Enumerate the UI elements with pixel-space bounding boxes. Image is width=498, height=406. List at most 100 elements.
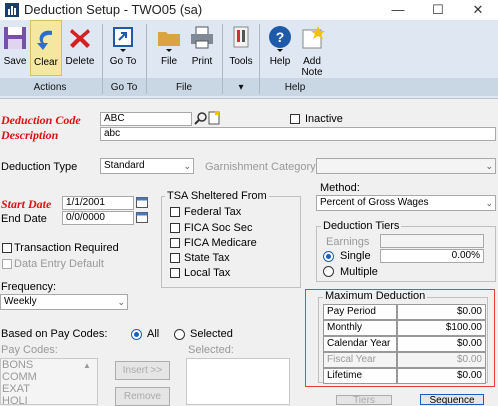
based-on-pay-codes-label: Based on Pay Codes:	[1, 328, 108, 340]
tools-label: Tools	[229, 56, 253, 67]
single-radio[interactable]	[323, 251, 334, 262]
earnings-field[interactable]	[380, 234, 484, 248]
inactive-checkbox[interactable]	[290, 114, 300, 124]
clear-button[interactable]: Clear	[30, 20, 62, 76]
delete-button[interactable]: Delete	[63, 20, 97, 76]
list-item[interactable]: COMM	[1, 371, 97, 383]
single-percent-field[interactable]: 0.00%	[380, 249, 484, 263]
goto-button[interactable]: Go To	[105, 20, 141, 76]
transaction-required-checkbox[interactable]	[2, 243, 12, 253]
fica-soc-sec-checkbox[interactable]	[170, 223, 180, 233]
insert-button[interactable]: Insert >>	[115, 361, 170, 380]
ribbon-toolbar: Save Clear Delete Go To File Print Tools…	[0, 20, 498, 99]
multiple-label: Multiple	[340, 266, 378, 278]
save-icon	[4, 27, 26, 49]
state-tax-checkbox[interactable]	[170, 253, 180, 263]
deduction-tiers-label: Deduction Tiers	[321, 220, 402, 232]
tools-button[interactable]: Tools	[226, 20, 256, 76]
remove-button[interactable]: Remove	[115, 387, 170, 406]
monthly-label: Monthly	[323, 320, 397, 336]
monthly-field[interactable]: $100.00	[397, 320, 486, 336]
chevron-down-icon: ⌄	[117, 297, 125, 307]
ribbon-group-goto: Go To	[110, 82, 138, 93]
calendar-year-field[interactable]: $0.00	[397, 336, 486, 352]
help-icon: ?	[269, 26, 291, 52]
tiers-button[interactable]: Tiers	[336, 395, 392, 405]
selected-label: Selected	[190, 328, 233, 340]
selected-radio[interactable]	[174, 329, 185, 340]
app-icon	[5, 3, 19, 17]
multiple-radio[interactable]	[323, 266, 334, 277]
inactive-label: Inactive	[305, 113, 343, 125]
deduction-code-field[interactable]: ABC	[100, 112, 192, 126]
lifetime-label: Lifetime	[323, 368, 397, 384]
list-item[interactable]: EXAT	[1, 383, 97, 395]
list-item[interactable]: HOLI	[1, 395, 97, 404]
fiscal-year-field[interactable]: $0.00	[397, 352, 486, 368]
fica-medicare-checkbox[interactable]	[170, 238, 180, 248]
fiscal-year-label: Fiscal Year	[323, 352, 397, 368]
fica-soc-sec-label: FICA Soc Sec	[184, 222, 253, 234]
federal-tax-checkbox[interactable]	[170, 207, 180, 217]
calendar-icon[interactable]	[136, 211, 148, 223]
window-title: Deduction Setup - TWO05 (sa)	[24, 2, 203, 17]
tsa-label: TSA Sheltered From	[165, 190, 269, 202]
scroll-up-icon[interactable]: ▲	[83, 361, 91, 370]
folder-icon	[158, 32, 180, 52]
save-button[interactable]: Save	[0, 20, 30, 76]
ribbon-group-file: File	[175, 82, 193, 93]
maximize-button[interactable]: ☐	[418, 0, 458, 20]
print-button[interactable]: Print	[186, 20, 218, 76]
help-button[interactable]: ? Help	[264, 20, 296, 76]
pay-codes-list[interactable]: BONS COMM EXAT HOLI ▲	[0, 358, 98, 405]
end-date-field[interactable]: 0/0/0000	[62, 211, 134, 225]
garnishment-category-select[interactable]: ⌄	[316, 158, 496, 174]
single-label: Single	[340, 250, 371, 262]
ribbon-group-actions: Actions	[33, 82, 67, 93]
goto-label: Go To	[109, 56, 137, 67]
clear-label: Clear	[34, 57, 58, 68]
start-date-field[interactable]: 1/1/2001	[62, 196, 134, 210]
federal-tax-label: Federal Tax	[184, 206, 242, 218]
end-date-label: End Date	[1, 213, 47, 225]
file-button[interactable]: File	[152, 20, 186, 76]
data-entry-default-label: Data Entry Default	[14, 258, 104, 270]
print-label: Print	[191, 56, 213, 67]
pay-period-label: Pay Period	[323, 304, 397, 320]
goto-icon	[113, 27, 133, 52]
delete-icon	[70, 29, 90, 48]
pay-period-field[interactable]: $0.00	[397, 304, 486, 320]
pay-codes-label: Pay Codes:	[1, 344, 58, 356]
ribbon-separator	[146, 24, 147, 94]
fica-medicare-label: FICA Medicare	[184, 237, 257, 249]
minimize-button[interactable]: —	[378, 0, 418, 20]
help-label: Help	[269, 56, 291, 67]
state-tax-label: State Tax	[184, 252, 230, 264]
calendar-year-label: Calendar Year	[323, 336, 397, 352]
deduction-type-select[interactable]: Standard ⌄	[100, 158, 194, 174]
lifetime-field[interactable]: $0.00	[397, 368, 486, 384]
all-radio[interactable]	[131, 329, 142, 340]
printer-icon	[191, 26, 213, 49]
note-page-icon[interactable]	[208, 111, 220, 125]
local-tax-checkbox[interactable]	[170, 268, 180, 278]
clear-icon	[37, 30, 52, 50]
description-field[interactable]: abc	[100, 127, 496, 141]
calendar-icon[interactable]	[136, 196, 148, 208]
file-label: File	[160, 56, 178, 67]
close-button[interactable]: ✕	[458, 0, 498, 20]
tools-icon	[233, 26, 249, 48]
frequency-select[interactable]: Weekly ⌄	[0, 294, 128, 310]
sequence-button[interactable]: Sequence	[420, 394, 484, 405]
add-note-button[interactable]: Add Note	[296, 20, 328, 78]
title-bar: Deduction Setup - TWO05 (sa) — ☐ ✕	[0, 0, 498, 20]
method-select[interactable]: Percent of Gross Wages ⌄	[316, 195, 496, 211]
method-label: Method:	[320, 182, 360, 194]
frequency-label: Frequency:	[1, 281, 57, 293]
ribbon-group-help: Help	[284, 82, 306, 93]
ribbon-separator	[222, 24, 223, 94]
selected-pay-codes-list[interactable]	[186, 358, 290, 405]
max-deduction-title: Maximum Deduction	[323, 290, 428, 302]
lookup-icon[interactable]	[194, 111, 208, 125]
data-entry-default-checkbox[interactable]	[2, 259, 12, 269]
